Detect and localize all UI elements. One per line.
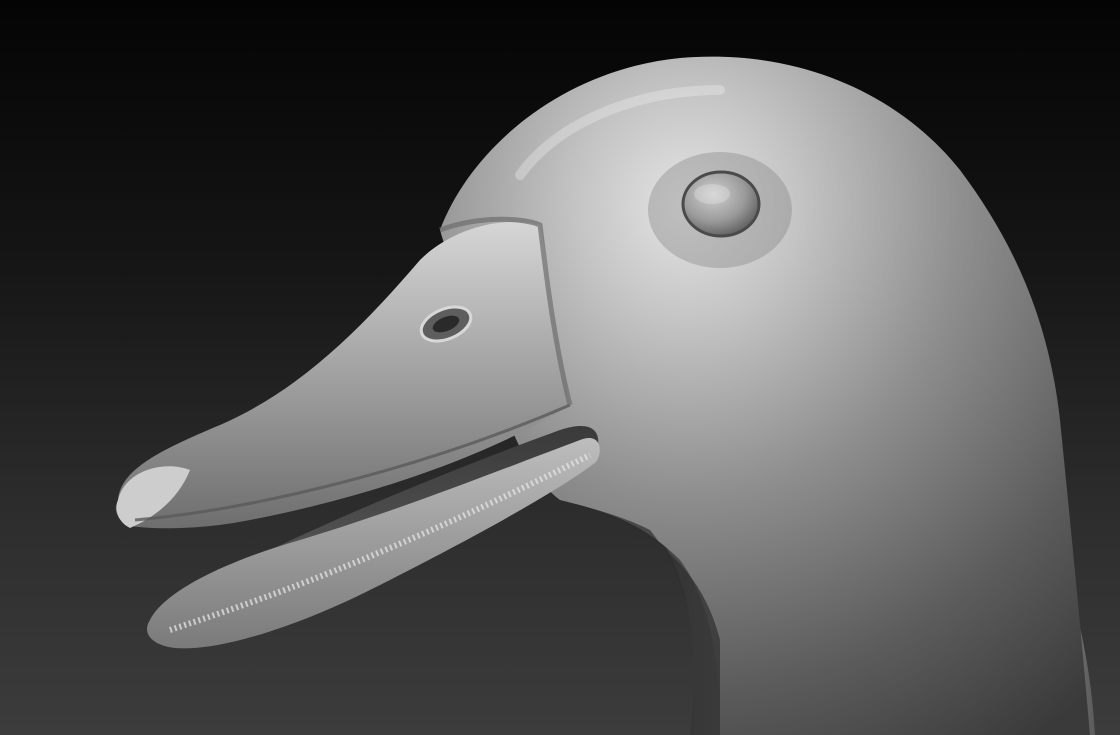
eye: [681, 170, 761, 238]
duck-head-render: [0, 0, 1120, 735]
sculpt-viewport: [0, 0, 1120, 735]
eye-highlight: [694, 184, 730, 204]
